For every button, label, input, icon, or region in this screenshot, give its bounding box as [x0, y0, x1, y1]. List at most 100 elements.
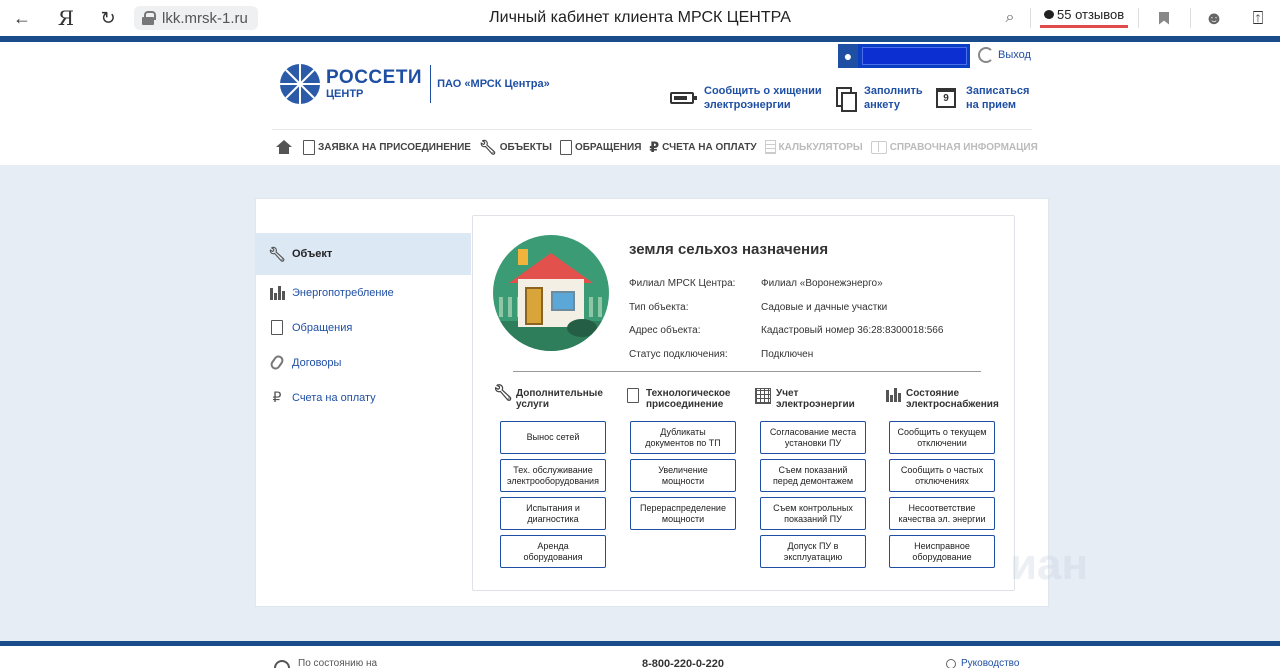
main-nav: ЗАЯВКА НА ПРИСОЕДИНЕНИЕ 🔧︎ ОБЪЕКТЫ ОБРАЩЕ… — [276, 136, 1046, 158]
status-text: По состоянию на — [298, 658, 378, 668]
sidebar-item-consumption[interactable]: Энергопотребление — [256, 275, 471, 310]
control-readings-button[interactable]: Съем контрольных показаний ПУ — [760, 497, 866, 530]
appointment-link[interactable]: 9 Записаться на прием — [936, 84, 1029, 112]
nav-divider — [272, 129, 1032, 130]
search-icon[interactable]: ⌕ — [996, 4, 1024, 32]
report-current-outage-button[interactable]: Сообщить о текущем отключении — [889, 421, 995, 454]
fill-survey-line2: анкету — [864, 99, 901, 111]
toolbar-separator — [1190, 8, 1191, 28]
object-properties: Филиал МРСК Центра: Филиал «Воронежэнерго… — [629, 272, 943, 366]
reload-icon[interactable]: ↻ — [94, 4, 122, 32]
user-icon: ● — [838, 44, 858, 68]
sidebar-item-bills[interactable]: ₽ Счета на оплату — [256, 380, 471, 415]
logo-brand: РОССЕТИ — [326, 66, 423, 88]
circle-icon — [946, 658, 956, 668]
sidebar-item-label: Объект — [292, 248, 333, 260]
nav-appeals[interactable]: ОБРАЩЕНИЯ — [559, 139, 641, 155]
bar-chart-icon — [883, 388, 903, 402]
wrench-icon: 🔧︎ — [268, 245, 286, 262]
sidebar-item-label: Счета на оплату — [292, 391, 376, 404]
nav-reference[interactable]: СПРАВОЧНАЯ ИНФОРМАЦИЯ — [870, 140, 1038, 154]
rosseti-logo[interactable]: РОССЕТИ ЦЕНТР ПАО «МРСК Центра» — [280, 64, 550, 104]
appointment-line2: на прием — [966, 99, 1017, 111]
documents-icon — [268, 320, 286, 335]
property-row: Адрес объекта: Кадастровый номер 36:28:83… — [629, 325, 944, 337]
user-account-box[interactable]: ● — [838, 44, 970, 68]
speech-bubble-icon — [1044, 10, 1054, 19]
guide-label: Руководство — [961, 658, 1020, 668]
logout-link[interactable]: Выход — [978, 47, 1031, 63]
column-tech-connection: Технологическое присоединение — [623, 388, 743, 414]
hotline-phone[interactable]: 8-800-220-0-220 — [642, 658, 724, 668]
company-name: ПАО «МРСК Центра» — [437, 78, 550, 90]
lock-icon — [142, 11, 156, 25]
bookmark-icon[interactable] — [1150, 4, 1178, 32]
toolbar-separator — [1138, 8, 1139, 28]
nav-objects[interactable]: 🔧︎ ОБЪЕКТЫ — [479, 139, 552, 156]
section-divider — [513, 371, 981, 372]
property-row: Статус подключения: Подключен — [629, 348, 814, 360]
paperclip-icon — [268, 353, 286, 372]
home-icon — [276, 140, 292, 154]
book-icon — [870, 140, 887, 154]
yandex-logo-icon[interactable]: Я — [52, 4, 80, 32]
report-theft-line2: электроэнергии — [704, 99, 791, 111]
nav-connection-request[interactable]: ЗАЯВКА НА ПРИСОЕДИНЕНИЕ — [303, 139, 471, 155]
move-networks-button[interactable]: Вынос сетей — [500, 421, 606, 454]
maintenance-button[interactable]: Тех. обслуживание электрооборудования — [500, 459, 606, 492]
calendar-icon: 9 — [936, 88, 956, 108]
meter-location-button[interactable]: Согласование места установки ПУ — [760, 421, 866, 454]
wrench-icon: 🔧︎ — [492, 385, 514, 402]
sidebar-item-appeals[interactable]: Обращения — [256, 310, 471, 345]
power-quality-button[interactable]: Несоответствие качества эл. энергии — [889, 497, 995, 530]
address-bar-url: lkk.mrsk-1.ru — [162, 9, 248, 27]
document-icon — [303, 139, 315, 155]
object-sidebar: 🔧︎ Объект Энергопотребление Обращения До… — [256, 233, 471, 415]
documents-icon — [836, 87, 857, 112]
faulty-equipment-button[interactable]: Неисправное оборудование — [889, 535, 995, 568]
gift-icon[interactable]: ⍐ — [1244, 4, 1272, 32]
wrench-icon: 🔧︎ — [478, 138, 497, 155]
report-theft-line1: Сообщить о хищении — [704, 85, 822, 97]
sidebar-item-contracts[interactable]: Договоры — [256, 345, 471, 380]
appointment-line1: Записаться — [966, 85, 1030, 97]
fill-survey-link[interactable]: Заполнить анкету — [836, 84, 923, 112]
object-details-panel: земля сельхоз назначения Филиал МРСК Цен… — [472, 215, 1015, 591]
report-frequent-outages-button[interactable]: Сообщить о частых отключениях — [889, 459, 995, 492]
extension-icon[interactable]: ☻ — [1200, 4, 1228, 32]
browser-toolbar: ← Я ↻ lkk.mrsk-1.ru Личный кабинет клиен… — [0, 0, 1280, 36]
ruble-icon: ₽ — [649, 138, 660, 155]
address-bar[interactable]: lkk.mrsk-1.ru — [134, 6, 258, 30]
column-header: Состояние электроснабжения — [883, 388, 1003, 414]
column-header: Учет электроэнергии — [753, 388, 873, 414]
documents-icon — [559, 139, 572, 155]
nav-bills[interactable]: ₽ СЧЕТА НА ОПЛАТУ — [649, 139, 756, 156]
power-redistribution-button[interactable]: Перераспределение мощности — [630, 497, 736, 530]
object-title: земля сельхоз назначения — [629, 241, 829, 258]
nav-calculators[interactable]: КАЛЬКУЛЯТОРЫ — [764, 140, 863, 154]
property-row: Филиал МРСК Центра: Филиал «Воронежэнерго… — [629, 278, 883, 290]
nav-home[interactable] — [276, 140, 295, 154]
back-arrow-icon[interactable]: ← — [8, 4, 36, 32]
duplicate-docs-button[interactable]: Дубликаты документов по ТП — [630, 421, 736, 454]
rosseti-globe-icon — [280, 64, 320, 104]
equipment-rental-button[interactable]: Аренда оборудования — [500, 535, 606, 568]
reviews-badge[interactable]: 55 отзывов — [1040, 4, 1129, 28]
readings-before-dismantle-button[interactable]: Съем показаний перед демонтажем — [760, 459, 866, 492]
ruble-icon: ₽ — [272, 389, 282, 405]
calculator-icon — [764, 140, 776, 154]
user-name-redacted — [862, 47, 967, 65]
report-theft-link[interactable]: Сообщить о хищении электроэнергии — [670, 84, 822, 112]
sidebar-item-object[interactable]: 🔧︎ Объект — [256, 233, 471, 275]
power-increase-button[interactable]: Увеличение мощности — [630, 459, 736, 492]
logout-label: Выход — [998, 49, 1031, 61]
meter-admission-button[interactable]: Допуск ПУ в эксплуатацию — [760, 535, 866, 568]
testing-button[interactable]: Испытания и диагностика — [500, 497, 606, 530]
column-power-supply-status: Состояние электроснабжения — [883, 388, 1003, 414]
guide-link[interactable]: Руководство — [946, 658, 1019, 668]
document-icon — [623, 388, 643, 403]
logo-divider — [430, 65, 432, 103]
grid-icon — [753, 388, 773, 404]
battery-icon — [670, 92, 697, 104]
signal-icon — [274, 659, 290, 668]
